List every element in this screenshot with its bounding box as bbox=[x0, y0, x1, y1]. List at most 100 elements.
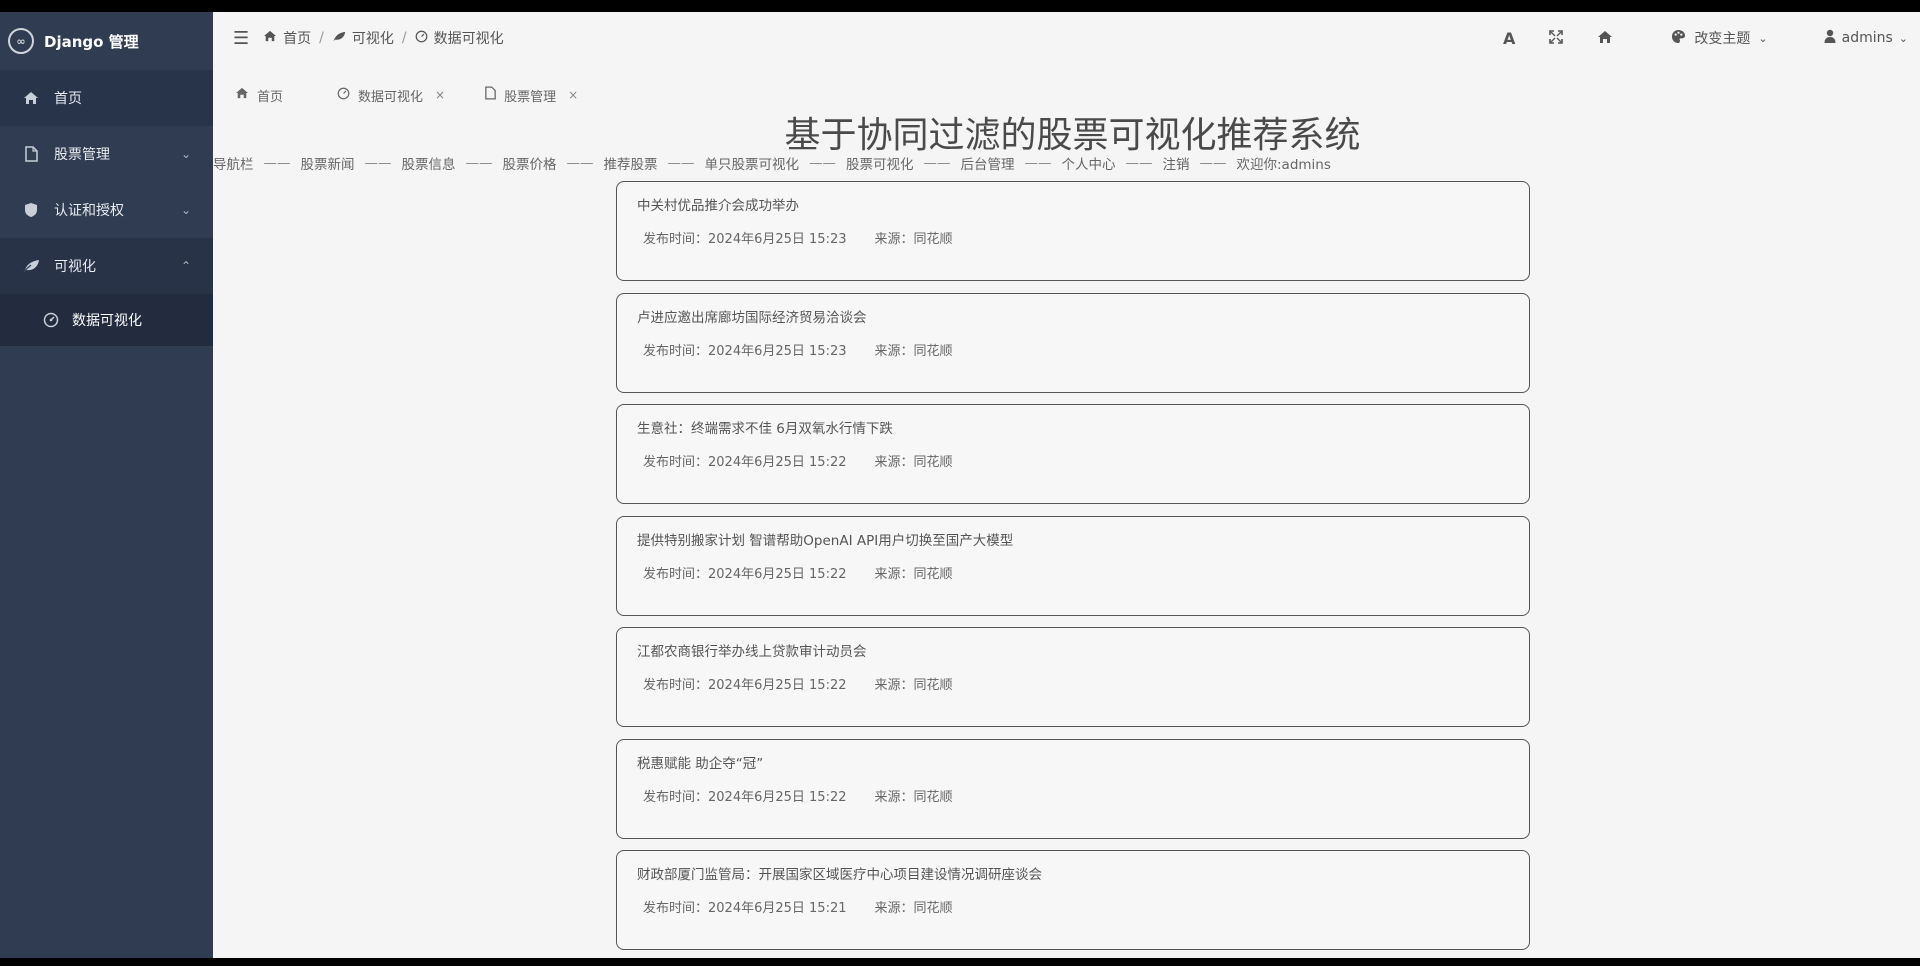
tab-data-visualization[interactable]: 数据可视化 × bbox=[337, 86, 445, 105]
news-title: 中关村优品推介会成功举办 bbox=[637, 198, 799, 214]
fullscreen-icon[interactable] bbox=[1549, 29, 1564, 48]
sidebar-item-label: 首页 bbox=[54, 91, 82, 107]
breadcrumb-visualization[interactable]: 可视化 bbox=[352, 28, 394, 48]
news-title: 生意社：终端需求不佳 6月双氧水行情下跌 bbox=[637, 421, 893, 437]
nav-link-logout[interactable]: 注销 bbox=[1163, 153, 1190, 173]
breadcrumb-separator: / bbox=[319, 30, 324, 46]
nav-link-stock-price[interactable]: 股票价格 bbox=[503, 153, 557, 173]
nav-link-stock-viz[interactable]: 股票可视化 bbox=[846, 153, 914, 173]
tab-label: 首页 bbox=[257, 89, 284, 105]
nav-link-single-stock-viz[interactable]: 单只股票可视化 bbox=[705, 153, 800, 173]
news-source: 来源：同花顺 bbox=[874, 566, 953, 582]
news-card[interactable]: 财政部厦门监管局：开展国家区域医疗中心项目建设情况调研座谈会 发布时间：2024… bbox=[616, 850, 1530, 950]
home-icon bbox=[235, 87, 249, 103]
nav-link-stock-news[interactable]: 股票新闻 bbox=[301, 153, 355, 173]
site-nav: 导航栏 —— 股票新闻 —— 股票信息 —— 股票价格 —— 推荐股票 —— 单… bbox=[213, 153, 1331, 173]
news-card[interactable]: 江都农商银行举办线上贷款审计动员会 发布时间：2024年6月25日 15:22 … bbox=[616, 627, 1530, 727]
nav-separator: —— bbox=[1199, 155, 1227, 171]
news-time: 发布时间：2024年6月25日 15:21 bbox=[643, 901, 847, 916]
nav-separator: —— bbox=[1125, 155, 1153, 171]
news-title: 财政部厦门监管局：开展国家区域医疗中心项目建设情况调研座谈会 bbox=[637, 867, 1042, 883]
home-icon bbox=[22, 91, 40, 105]
news-meta: 发布时间：2024年6月25日 15:22 来源：同花顺 bbox=[637, 451, 1509, 470]
nav-link-admin[interactable]: 后台管理 bbox=[961, 153, 1015, 173]
chevron-up-icon: ⌃ bbox=[180, 259, 191, 273]
nav-link-navbar[interactable]: 导航栏 bbox=[213, 153, 254, 173]
brand[interactable]: ∞ Django 管理 bbox=[0, 12, 213, 70]
nav-link-profile[interactable]: 个人中心 bbox=[1062, 153, 1116, 173]
chevron-down-icon: ⌄ bbox=[1758, 31, 1768, 45]
top-actions: A 改变主题 ⌄ admins ⌄ bbox=[1469, 12, 1920, 64]
user-icon bbox=[1824, 29, 1836, 47]
palette-icon bbox=[1671, 29, 1686, 48]
nav-separator: —— bbox=[364, 155, 392, 171]
home-icon[interactable] bbox=[1597, 29, 1613, 48]
breadcrumb-separator: / bbox=[401, 30, 407, 46]
dashboard-icon bbox=[337, 87, 350, 104]
brand-title: Django 管理 bbox=[44, 32, 139, 51]
nav-separator: —— bbox=[1024, 155, 1052, 171]
news-meta: 发布时间：2024年6月25日 15:22 来源：同花顺 bbox=[637, 786, 1509, 805]
nav-separator: —— bbox=[923, 155, 951, 171]
news-time: 发布时间：2024年6月25日 15:23 bbox=[643, 232, 847, 247]
nav-separator: —— bbox=[667, 155, 695, 171]
chevron-down-icon: ⌄ bbox=[180, 203, 191, 217]
news-card[interactable]: 生意社：终端需求不佳 6月双氧水行情下跌 发布时间：2024年6月25日 15:… bbox=[616, 404, 1530, 504]
breadcrumb-home[interactable]: 首页 bbox=[283, 28, 311, 48]
dashboard-icon bbox=[42, 312, 60, 328]
news-source: 来源：同花顺 bbox=[874, 343, 953, 359]
tab-label: 股票管理 bbox=[504, 89, 557, 105]
theme-switcher[interactable]: 改变主题 ⌄ bbox=[1671, 28, 1768, 48]
news-time: 发布时间：2024年6月25日 15:23 bbox=[643, 343, 847, 359]
nav-welcome: 欢迎你:admins bbox=[1236, 157, 1331, 173]
leaf-icon bbox=[22, 259, 40, 273]
close-icon[interactable]: × bbox=[568, 88, 578, 102]
tab-home[interactable]: 首页 bbox=[235, 86, 283, 105]
news-time: 发布时间：2024年6月25日 15:22 bbox=[643, 678, 847, 693]
news-source: 来源：同花顺 bbox=[874, 232, 953, 247]
app-screen: ∞ Django 管理 首页 股票管理 ⌄ 认证和授权 ⌄ 可视化 ⌃ 数据可视… bbox=[0, 12, 1920, 958]
shield-icon bbox=[22, 202, 40, 218]
news-time: 发布时间：2024年6月25日 15:22 bbox=[643, 455, 847, 470]
news-list: 中关村优品推介会成功举办 发布时间：2024年6月25日 15:23 来源：同花… bbox=[616, 181, 1530, 958]
page-title: 基于协同过滤的股票可视化推荐系统 bbox=[784, 115, 1361, 156]
sidebar-item-label: 可视化 bbox=[54, 259, 96, 275]
nav-link-recommend[interactable]: 推荐股票 bbox=[604, 153, 658, 173]
close-icon[interactable]: × bbox=[435, 88, 445, 102]
news-meta: 发布时间：2024年6月25日 15:22 来源：同花顺 bbox=[637, 674, 1509, 693]
news-source: 来源：同花顺 bbox=[874, 789, 953, 805]
news-meta: 发布时间：2024年6月25日 15:23 来源：同花顺 bbox=[637, 340, 1509, 359]
chevron-down-icon: ⌄ bbox=[1898, 31, 1908, 45]
news-card[interactable]: 提供特别搬家计划 智谱帮助OpenAI API用户切换至国产大模型 发布时间：2… bbox=[616, 515, 1530, 616]
sidebar-subitem-data-visualization[interactable]: 数据可视化 bbox=[0, 294, 213, 346]
news-card[interactable]: 中关村优品推介会成功举办 发布时间：2024年6月25日 15:23 来源：同花… bbox=[616, 181, 1530, 281]
django-logo-icon: ∞ bbox=[8, 28, 34, 54]
font-size-button[interactable]: A bbox=[1503, 29, 1515, 48]
nav-separator: —— bbox=[566, 155, 594, 171]
news-title: 卢进应邀出席廊坊国际经济贸易洽谈会 bbox=[637, 309, 867, 326]
file-icon bbox=[485, 86, 496, 104]
news-meta: 发布时间：2024年6月25日 15:22 来源：同花顺 bbox=[637, 563, 1509, 582]
menu-toggle-icon[interactable]: ☰ bbox=[233, 28, 249, 49]
top-bar: ☰ 首页 / 可视化 / 数据可视化 A 改变主题 ⌄ admins ⌄ bbox=[213, 12, 1920, 64]
tab-label: 数据可视化 bbox=[358, 89, 424, 105]
news-title: 税惠赋能 助企夺“冠” bbox=[637, 755, 764, 772]
dashboard-icon bbox=[415, 30, 428, 47]
sidebar-subitem-label: 数据可视化 bbox=[72, 313, 142, 329]
news-time: 发布时间：2024年6月25日 15:22 bbox=[643, 789, 847, 805]
news-source: 来源：同花顺 bbox=[874, 678, 953, 693]
news-card[interactable]: 税惠赋能 助企夺“冠” 发布时间：2024年6月25日 15:22 来源：同花顺 bbox=[616, 738, 1530, 839]
breadcrumb: 首页 / 可视化 / 数据可视化 bbox=[263, 28, 504, 48]
news-card[interactable]: 卢进应邀出席廊坊国际经济贸易洽谈会 发布时间：2024年6月25日 15:23 … bbox=[616, 292, 1530, 393]
tab-stock-management[interactable]: 股票管理 × bbox=[485, 86, 578, 105]
home-icon bbox=[263, 30, 277, 46]
news-meta: 发布时间：2024年6月25日 15:23 来源：同花顺 bbox=[637, 228, 1509, 247]
news-title: 提供特别搬家计划 智谱帮助OpenAI API用户切换至国产大模型 bbox=[637, 532, 1014, 549]
sidebar-item-auth[interactable]: 认证和授权 ⌄ bbox=[0, 182, 213, 238]
user-menu[interactable]: admins ⌄ bbox=[1824, 29, 1908, 47]
nav-separator: —— bbox=[809, 155, 836, 171]
nav-link-stock-info[interactable]: 股票信息 bbox=[402, 153, 456, 173]
news-source: 来源：同花顺 bbox=[874, 455, 953, 470]
leaf-icon bbox=[332, 30, 346, 46]
sidebar-item-visualization[interactable]: 可视化 ⌃ bbox=[0, 238, 213, 294]
